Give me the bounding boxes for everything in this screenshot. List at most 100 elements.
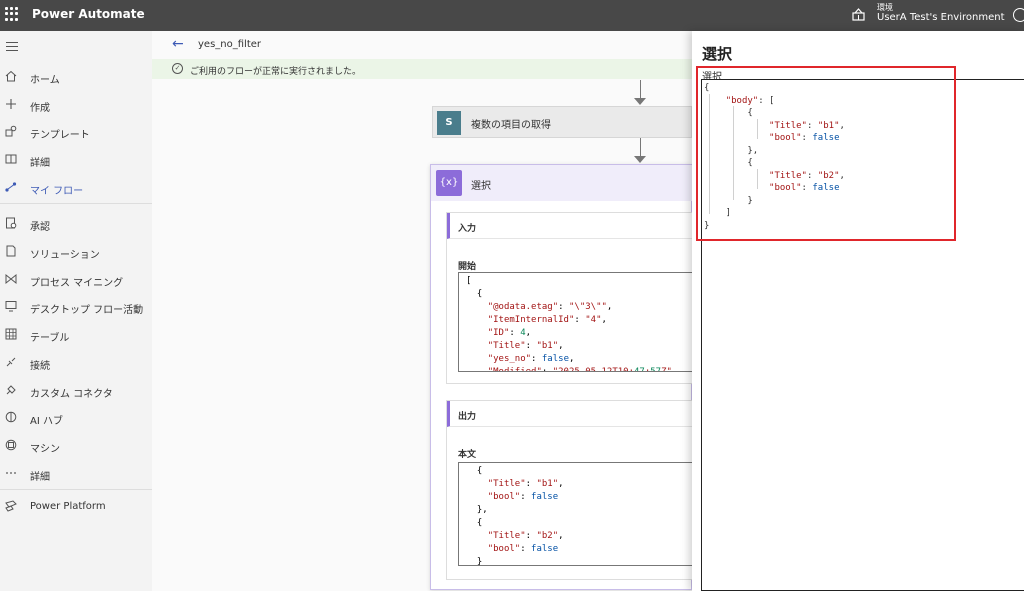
sidebar-item-flow[interactable]: マイ フロー xyxy=(0,176,152,200)
sidebar-item-power-platform[interactable]: Power Platform xyxy=(0,495,152,519)
body-label: 本文 xyxy=(458,450,477,460)
sidebar-item-desktop-flow[interactable]: デスクトップ フロー活動 xyxy=(0,295,152,319)
menu-icon[interactable] xyxy=(6,42,18,51)
sidebar-item-solution[interactable]: ソリューション xyxy=(0,240,152,264)
sidebar-item-label: 作成 xyxy=(30,103,50,114)
code-line: { xyxy=(466,289,483,299)
code-line: "bool": false xyxy=(487,544,559,554)
connector-line xyxy=(640,138,641,157)
success-message: ご利用のフローが正常に実行されました。 xyxy=(190,67,362,77)
output-section: 出力 本文 { "Title": "b1", "bool": false }, … xyxy=(446,400,694,580)
top-bar: Power Automate 環境 UserA Test's Environme… xyxy=(0,0,1024,31)
success-banner: ✓ ご利用のフローが正常に実行されました。 xyxy=(152,59,692,79)
sidebar-item-custom-connector[interactable]: カスタム コネクタ xyxy=(0,379,152,403)
sidebar-item-approval[interactable]: 承認 xyxy=(0,212,152,236)
connection-icon xyxy=(4,356,17,369)
code-line: "bool": false xyxy=(487,492,559,502)
sidebar-item-label: プロセス マイニング xyxy=(30,278,124,289)
sharepoint-icon: S xyxy=(437,111,461,135)
flow-icon xyxy=(4,181,17,194)
sidebar-item-label: 詳細 xyxy=(30,472,50,483)
connector-line xyxy=(640,80,641,100)
sidebar-item-plus[interactable]: 作成 xyxy=(0,93,152,117)
sidebar-item-label: ホーム xyxy=(30,75,60,86)
process-mining-icon xyxy=(4,273,17,286)
code-line: "Title": "b1", xyxy=(487,341,564,351)
step-title: 複数の項目の取得 xyxy=(471,120,551,131)
code-line: { xyxy=(466,466,483,476)
sidebar-item-label: 詳細 xyxy=(30,158,50,169)
step-select-header[interactable]: {x} 選択 xyxy=(431,165,693,201)
table-icon xyxy=(4,328,17,341)
sidebar-item-home[interactable]: ホーム xyxy=(0,65,152,89)
plus-icon xyxy=(4,98,17,111)
ai-hub-icon xyxy=(4,411,17,424)
power-platform-icon xyxy=(4,500,17,513)
code-line: [ xyxy=(466,276,472,286)
sidebar-item-book[interactable]: 詳細 xyxy=(0,148,152,172)
input-code-box[interactable]: [ { "@odata.etag": "\"3\"", "ItemInterna… xyxy=(458,272,694,372)
output-code-box[interactable]: { "Title": "b1", "bool": false }, { "Tit… xyxy=(458,462,694,566)
code-line: "Modified": "2025-05-12T10:47:57Z" xyxy=(487,367,672,372)
environment-icon[interactable] xyxy=(852,8,866,22)
sidebar-item-template[interactable]: テンプレート xyxy=(0,120,152,144)
panel-title: 選択 xyxy=(702,45,733,63)
sidebar: ホーム 作成 テンプレート 詳細 マイ フロー 承認 ソリューション プロセス マイニング デス… xyxy=(0,31,152,591)
check-circle-icon: ✓ xyxy=(172,63,183,74)
more-icon xyxy=(4,467,17,480)
feedback-icon[interactable] xyxy=(1013,8,1024,22)
step-get-items[interactable]: S 複数の項目の取得 xyxy=(432,106,692,138)
template-icon xyxy=(4,125,17,138)
start-label: 開始 xyxy=(458,262,477,272)
solution-icon xyxy=(4,245,17,258)
code-line: "ItemInternalId": "4", xyxy=(487,315,607,325)
connector-arrow-icon xyxy=(634,98,646,105)
connector-arrow-icon xyxy=(634,156,646,163)
machine-icon xyxy=(4,439,17,452)
app-launcher-icon[interactable] xyxy=(5,7,19,21)
approval-icon xyxy=(4,217,17,230)
highlight-box xyxy=(696,66,956,241)
book-icon xyxy=(4,153,17,166)
home-icon xyxy=(4,70,17,83)
custom-connector-icon xyxy=(4,384,17,397)
output-section-title: 出力 xyxy=(447,401,694,427)
code-line: "Title": "b2", xyxy=(487,531,564,541)
sidebar-item-label: AI ハブ xyxy=(30,416,63,427)
code-line: }, xyxy=(466,505,488,515)
sidebar-divider xyxy=(0,489,152,490)
sidebar-item-connection[interactable]: 接続 xyxy=(0,351,152,375)
step-select[interactable]: {x} 選択 入力 開始 [ { "@odata.etag": "\"3\"",… xyxy=(430,164,694,590)
sidebar-item-label: マシン xyxy=(30,444,60,455)
input-section-title: 入力 xyxy=(447,213,694,239)
sidebar-item-label: ソリューション xyxy=(30,250,100,261)
data-operation-icon: {x} xyxy=(436,170,462,196)
app-title[interactable]: Power Automate xyxy=(32,7,145,21)
sidebar-item-label: 接続 xyxy=(30,361,50,372)
sidebar-item-more[interactable]: 詳細 xyxy=(0,462,152,486)
sidebar-item-process-mining[interactable]: プロセス マイニング xyxy=(0,268,152,292)
sidebar-item-ai-hub[interactable]: AI ハブ xyxy=(0,406,152,430)
environment-name[interactable]: UserA Test's Environment xyxy=(877,12,1005,23)
sidebar-item-label: デスクトップ フロー活動 xyxy=(30,305,144,316)
sidebar-divider xyxy=(0,203,152,204)
sidebar-item-label: Power Platform xyxy=(30,501,106,512)
code-line: "ID": 4, xyxy=(487,328,532,338)
back-arrow-icon[interactable]: ← xyxy=(172,36,184,52)
flow-name: yes_no_filter xyxy=(198,39,261,50)
code-line: "Title": "b1", xyxy=(487,479,564,489)
sidebar-item-label: テーブル xyxy=(30,333,70,344)
input-section: 入力 開始 [ { "@odata.etag": "\"3\"", "ItemI… xyxy=(446,212,694,384)
sidebar-item-label: 承認 xyxy=(30,222,50,233)
code-line: "yes_no": false, xyxy=(487,354,575,364)
code-line: { xyxy=(466,518,483,528)
code-line: } xyxy=(466,557,483,566)
step-title: 選択 xyxy=(471,181,491,192)
sidebar-item-table[interactable]: テーブル xyxy=(0,323,152,347)
sidebar-item-label: マイ フロー xyxy=(30,186,84,197)
sidebar-item-machine[interactable]: マシン xyxy=(0,434,152,458)
code-line: "@odata.etag": "\"3\"", xyxy=(487,302,613,312)
desktop-flow-icon xyxy=(4,300,17,313)
sidebar-item-label: テンプレート xyxy=(30,130,90,141)
sidebar-item-label: カスタム コネクタ xyxy=(30,389,113,400)
